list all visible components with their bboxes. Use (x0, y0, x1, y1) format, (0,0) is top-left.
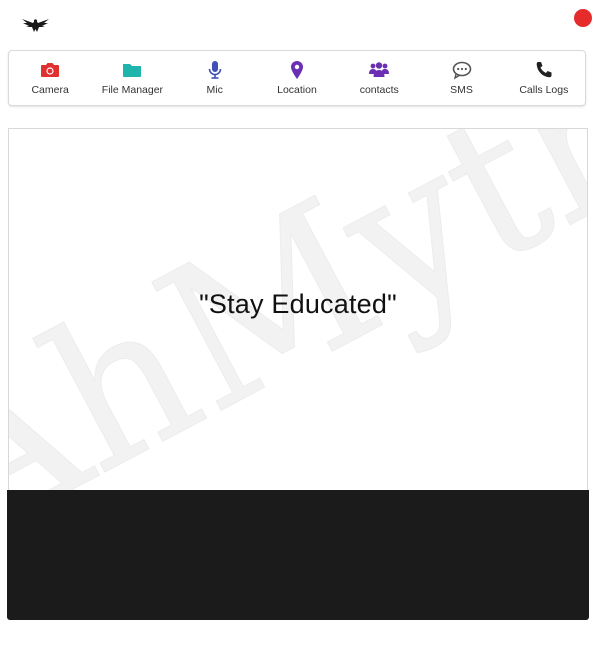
nav-label-contacts: contacts (359, 84, 399, 96)
eagle-icon (22, 19, 49, 32)
tagline: "Stay Educated" (199, 289, 397, 319)
nav-label-camera: Camera (31, 84, 69, 96)
log-console (7, 490, 589, 620)
nav-label-calls-logs: Calls Logs (519, 84, 569, 96)
nav-item-location[interactable]: Location (256, 51, 338, 105)
map-marker-icon (290, 61, 303, 79)
nav-item-mic[interactable]: Mic (174, 51, 256, 105)
nav-item-sms[interactable]: SMS (420, 51, 502, 105)
feature-nav: Camera File Manager Mic Location contact… (8, 50, 586, 106)
nav-item-contacts[interactable]: contacts (338, 51, 420, 105)
phone-icon (536, 62, 552, 78)
nav-label-mic: Mic (206, 84, 223, 96)
nav-item-camera[interactable]: Camera (9, 51, 91, 105)
users-icon (369, 62, 390, 77)
nav-label-location: Location (277, 84, 317, 96)
nav-label-sms: SMS (450, 84, 473, 96)
nav-label-file-manager: File Manager (101, 84, 164, 96)
comment-dots-icon (452, 61, 471, 80)
top-bar (0, 0, 597, 50)
nav-item-calls-logs[interactable]: Calls Logs (503, 51, 585, 105)
close-icon[interactable] (574, 9, 592, 27)
main-content: AhMyth "Stay Educated" (8, 128, 588, 490)
microphone-icon (208, 61, 222, 79)
folder-icon (123, 64, 142, 77)
nav-item-file-manager[interactable]: File Manager (91, 51, 173, 105)
camera-icon (41, 63, 60, 77)
